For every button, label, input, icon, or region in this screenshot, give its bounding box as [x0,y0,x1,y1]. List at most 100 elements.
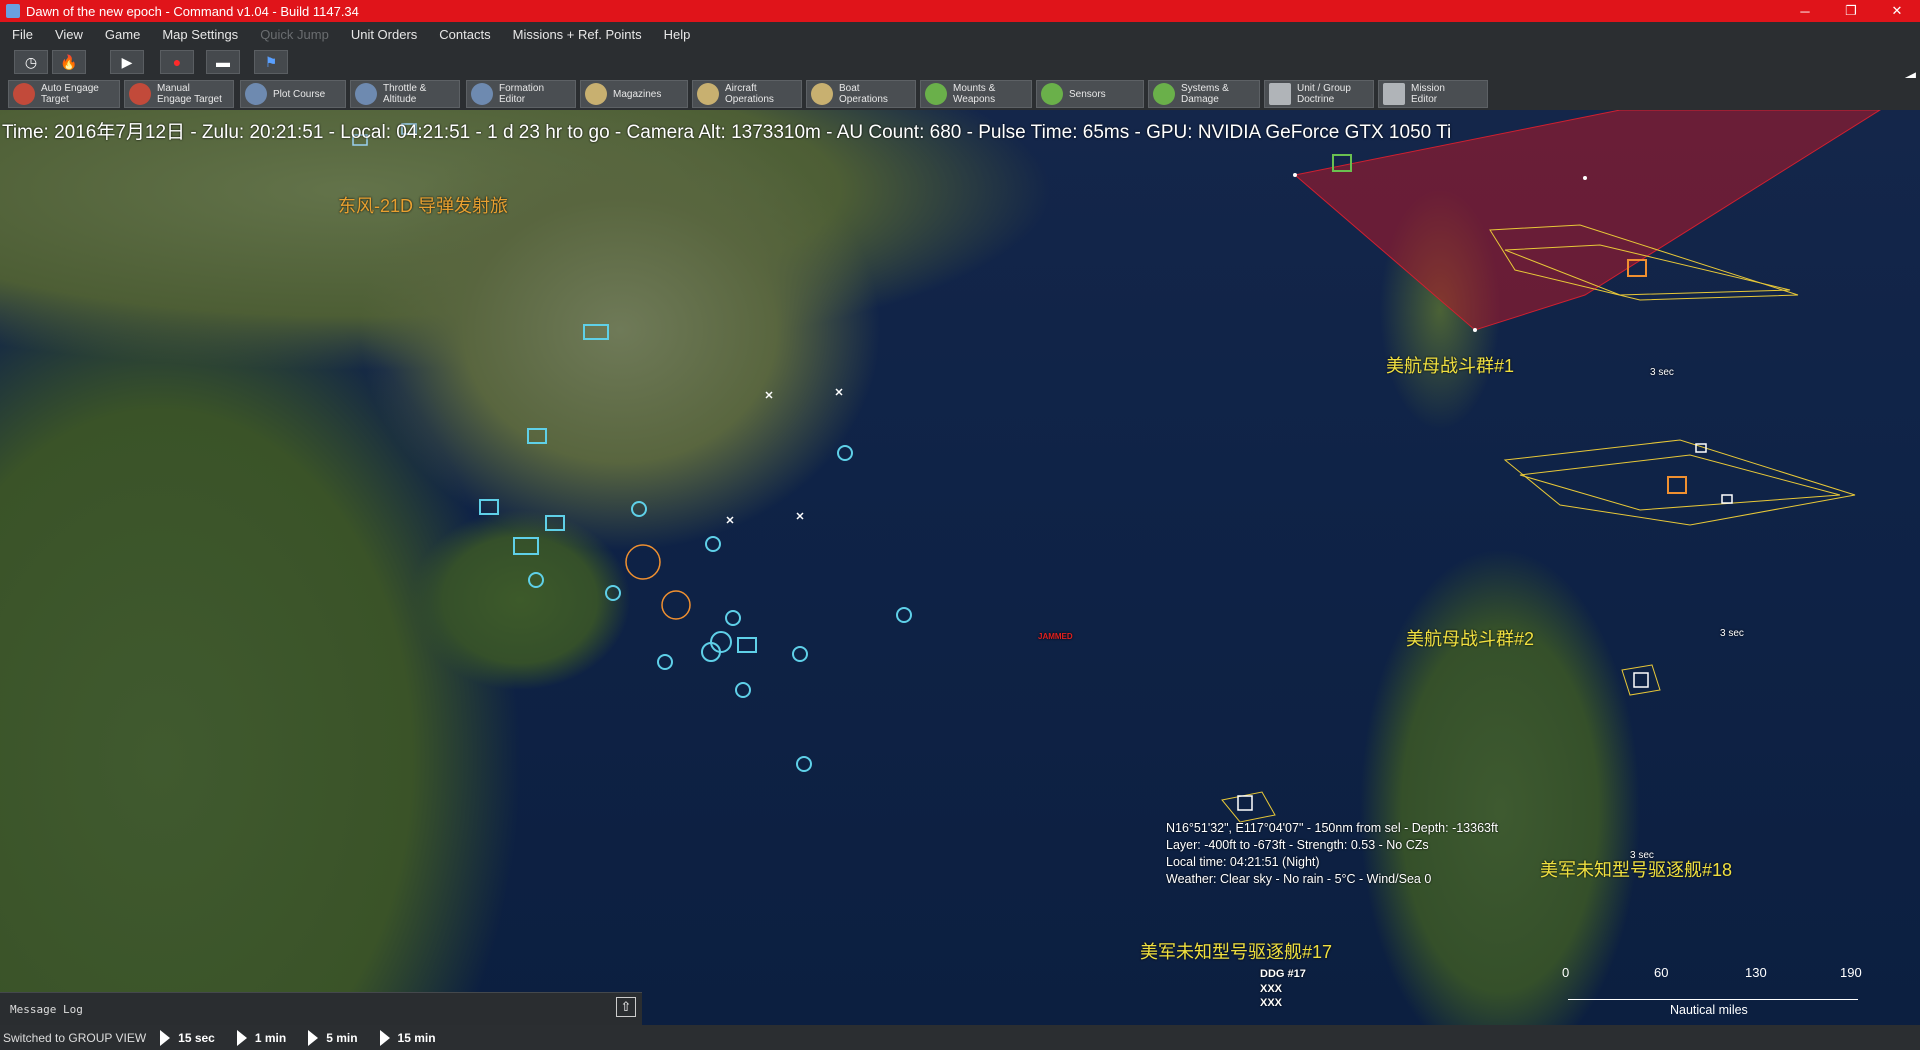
aircraft-operations-button[interactable]: Aircraft Operations [692,80,802,108]
systems-gear-icon [1153,83,1175,105]
speed-15sec-button[interactable]: 15 sec [160,1029,215,1046]
csg1-timer: 3 sec [1650,367,1674,378]
message-log-label: Message Log [10,1003,83,1016]
menu-contacts[interactable]: Contacts [439,27,490,42]
bridge-icon[interactable]: ▬ [206,50,240,74]
friendly-unit[interactable] [896,607,912,623]
info-local-time: Local time: 04:21:51 (Night) [1166,855,1320,869]
csg2-zone [1503,439,1856,526]
missile-threat-ring [625,544,661,580]
ddg18-timer: 3 sec [1630,850,1654,861]
mission-editor-icon [1383,83,1405,105]
scale-tick: 60 [1654,965,1669,980]
menu-unit-orders[interactable]: Unit Orders [351,27,417,42]
airbase-icon[interactable] [583,324,609,340]
friendly-unit[interactable] [792,646,808,662]
flag-icon[interactable]: ⚑ [254,50,288,74]
record-icon[interactable]: ● [160,50,194,74]
status-hud: Time: 2016年7月12日 - Zulu: 20:21:51 - Loca… [2,122,1452,143]
scale-unit: Nautical miles [1670,1003,1748,1017]
map-overlay [352,110,1881,823]
formation-icon [471,83,493,105]
info-weather: Weather: Clear sky - No rain - 5°C - Win… [1166,872,1432,886]
speed-15min-button[interactable]: 15 min [379,1029,436,1046]
zone-vertex [1583,176,1587,180]
auto-engage-button[interactable]: Auto Engage Target [8,80,120,108]
scale-tick: 0 [1562,965,1570,980]
crosshair-icon [13,83,35,105]
menu-help[interactable]: Help [664,27,691,42]
plot-course-icon [245,83,267,105]
scale-tick: 130 [1745,965,1767,980]
friendly-unit[interactable] [796,756,812,772]
throttle-altitude-button[interactable]: Throttle & Altitude [350,80,460,108]
clock-icon[interactable]: ◷ [14,50,48,74]
port-icon[interactable] [545,515,565,531]
port-icon[interactable] [737,637,757,653]
minimize-button[interactable]: ─ [1782,0,1828,22]
menu-map-settings[interactable]: Map Settings [162,27,238,42]
mission-editor-button[interactable]: Mission Editor [1378,80,1488,108]
zone-vertex [1293,173,1297,177]
friendly-unit[interactable] [710,631,732,653]
status-bar: Switched to GROUP VIEW 15 sec 1 min 5 mi… [0,1025,1920,1050]
sensors-button[interactable]: Sensors [1036,80,1144,108]
maximize-button[interactable]: ❐ [1828,0,1874,22]
ddg17-tag2: XXX [1260,997,1283,1009]
crosshair-icon [129,83,151,105]
manual-engage-button[interactable]: Manual Engage Target [124,80,234,108]
menu-missions[interactable]: Missions + Ref. Points [513,27,642,42]
ddg18-zone [1621,664,1661,696]
throttle-icon [355,83,377,105]
formation-editor-button[interactable]: Formation Editor [466,80,576,108]
ddg18-marker[interactable] [1633,672,1649,688]
csg2-timer: 3 sec [1720,628,1744,639]
scale-bar [1568,987,1858,1000]
close-button[interactable]: ✕ [1874,0,1920,22]
speed-5min-button[interactable]: 5 min [308,1029,358,1046]
window-title: Dawn of the new epoch - Command v1.04 - … [26,3,359,19]
fire-icon[interactable]: 🔥 [52,50,86,74]
friendly-unit[interactable] [705,536,721,552]
expand-log-button[interactable]: ⇧ [616,997,636,1017]
plot-course-button[interactable]: Plot Course [240,80,346,108]
label-ddg17: 美军未知型号驱逐舰#17 [1140,942,1333,962]
port-icon[interactable] [479,499,499,515]
doctrine-icon [1269,83,1291,105]
play-icon[interactable]: ▶ [110,50,144,74]
unit-group-doctrine-button[interactable]: Unit / Group Doctrine [1264,80,1374,108]
menu-game[interactable]: Game [105,27,140,42]
friendly-unit[interactable] [631,501,647,517]
ddg17-marker[interactable] [1237,795,1253,811]
friendly-unit[interactable] [735,682,751,698]
ddg17-unit-label: DDG #17 [1260,968,1306,980]
waypoint-x [726,516,734,524]
systems-damage-button[interactable]: Systems & Damage [1148,80,1260,108]
app-icon [6,4,20,18]
friendly-unit[interactable] [837,445,853,461]
boat-operations-button[interactable]: Boat Operations [806,80,916,108]
csg2-escort[interactable] [1721,494,1733,504]
city-grid-icon[interactable] [513,537,539,555]
speed-1min-button[interactable]: 1 min [236,1029,286,1046]
port-icon[interactable] [527,428,547,444]
info-position: N16°51'32", E117°04'07" - 150nm from sel… [1166,821,1498,835]
waypoint-x [835,388,843,396]
mounts-weapons-button[interactable]: Mounts & Weapons [920,80,1032,108]
info-layer: Layer: -400ft to -673ft - Strength: 0.53… [1166,838,1429,852]
menu-view[interactable]: View [55,27,83,42]
friendly-unit[interactable] [725,610,741,626]
menu-file[interactable]: File [12,27,33,42]
csg2-carrier[interactable] [1667,476,1687,494]
magazines-button[interactable]: Magazines [580,80,688,108]
sensors-icon [1041,83,1063,105]
friendly-unit[interactable] [605,585,621,601]
status-text: Switched to GROUP VIEW [3,1030,147,1045]
friendly-unit[interactable] [528,572,544,588]
play-icon [160,1029,171,1046]
friendly-unit[interactable] [657,654,673,670]
tactical-map[interactable] [0,110,1920,1025]
magazines-icon [585,83,607,105]
label-csg2: 美航母战斗群#2 [1406,629,1535,649]
csg2-zone [1519,454,1841,511]
